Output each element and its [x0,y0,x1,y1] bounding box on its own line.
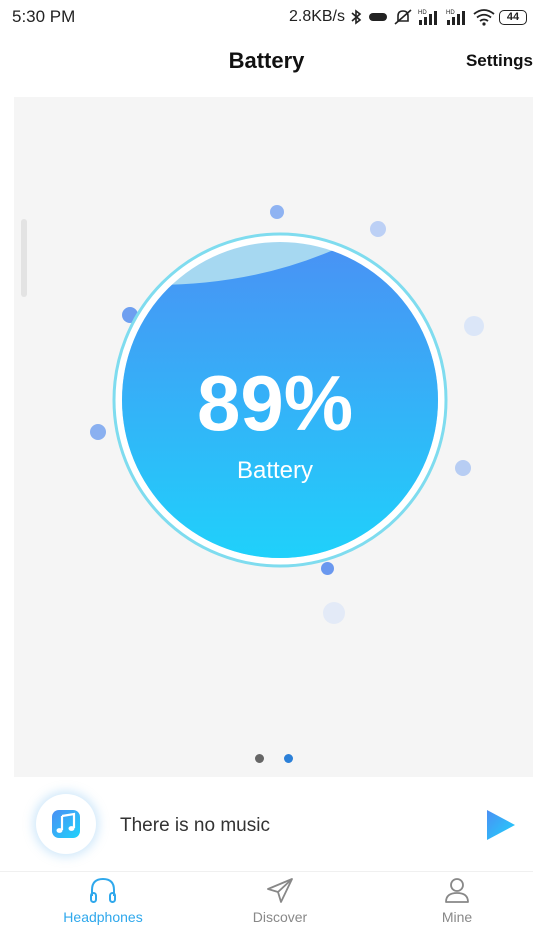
scroll-indicator [21,219,27,297]
battery-level: 44 [506,10,520,23]
play-icon [487,810,515,840]
header: Battery Settings [0,36,533,88]
nav-label: Headphones [63,909,143,925]
battery-label: Battery [237,457,313,484]
status-bar: 5:30 PM 2.8KB/s HD HD 44 [0,0,533,34]
mute-icon [394,9,412,25]
nav-label: Discover [252,909,308,925]
decor-dot [90,424,106,440]
nav-item-headphones[interactable]: Headphones [43,876,163,925]
status-icons: 2.8KB/s HD HD 44 [289,8,527,26]
nav-item-mine[interactable]: Mine [397,876,517,925]
page-indicator [14,754,533,763]
music-player-bar: There is no music [0,788,533,862]
nav-label: Mine [441,909,473,925]
hd-signal-icon: HD [446,10,465,25]
wifi-icon [473,9,495,26]
play-button[interactable] [485,808,517,842]
page-dot-inactive[interactable] [254,754,264,763]
now-playing-text: There is no music [120,815,270,836]
decor-dot [464,316,484,336]
bottom-nav: Headphones Discover Mine [0,872,533,937]
headphones-icon [90,877,116,903]
nav-item-discover[interactable]: Discover [220,876,340,925]
svg-text:HD: HD [446,10,455,16]
status-time: 5:30 PM [12,7,76,26]
decor-dot [455,460,471,476]
decor-dot [270,205,284,219]
paper-plane-icon [267,878,293,903]
settings-button[interactable]: Settings [466,51,533,71]
music-note-icon [52,810,80,838]
network-speed: 2.8KB/s [288,8,345,25]
svg-text:HD: HD [418,10,427,16]
battery-gauge: 89% Battery [112,232,448,568]
music-cover-button[interactable] [36,794,96,854]
bluetooth-icon [351,9,362,25]
hd-signal-icon: HD [418,10,437,25]
decor-dot [323,602,345,624]
battery-percent: 89% [197,359,353,447]
page-title: Battery [228,48,305,73]
battery-icon: 44 [499,9,527,25]
user-icon [445,878,469,903]
battery-panel[interactable]: 89% Battery [14,97,533,777]
vibrate-icon [369,13,387,21]
page-dot-active[interactable] [283,754,293,763]
